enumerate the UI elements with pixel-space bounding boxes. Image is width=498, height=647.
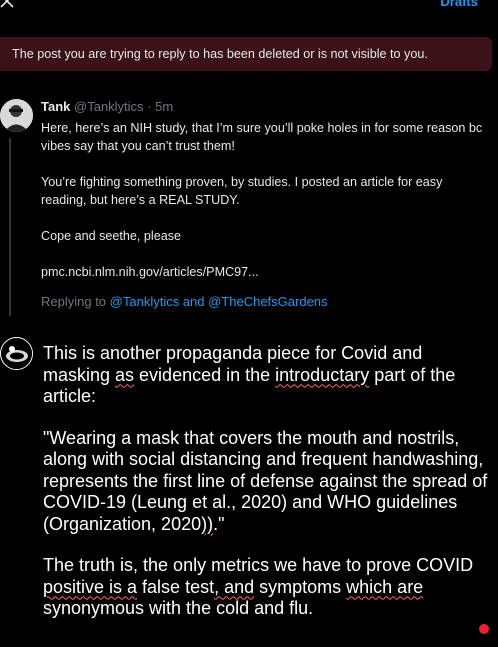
- post-paragraph: You’re fighting something proven, by stu…: [41, 175, 443, 207]
- close-icon[interactable]: [0, 0, 14, 8]
- reply-paragraph: "Wearing a mask that covers the mouth an…: [43, 427, 488, 534]
- post-text: Here, here’s an NIH study, that I’m sure…: [41, 119, 489, 281]
- thread-line: [9, 138, 11, 316]
- post-header: Tank @Tanklytics · 5m: [41, 99, 173, 114]
- reply-paragraph: The truth is, the only metrics we have t…: [43, 555, 474, 618]
- author-name[interactable]: Tank: [41, 99, 70, 114]
- post-paragraph: Cope and seethe, please: [41, 229, 182, 243]
- drafts-button[interactable]: Drafts: [440, 0, 478, 9]
- reply-avatar[interactable]: [0, 337, 33, 370]
- reply-composer-text[interactable]: This is another propaganda piece for Cov…: [43, 343, 493, 620]
- reply-paragraph: This is another propaganda piece for Cov…: [43, 343, 456, 406]
- author-handle[interactable]: @Tanklytics: [74, 99, 144, 114]
- post-time: · 5m: [143, 99, 174, 114]
- replying-prefix: Replying to: [41, 294, 110, 309]
- avatar[interactable]: [0, 99, 33, 132]
- replying-to: Replying to @Tanklytics and @TheChefsGar…: [41, 294, 328, 309]
- status-dot: [479, 624, 489, 634]
- post-link[interactable]: pmc.ncbi.nlm.nih.gov/articles/PMC97...: [41, 263, 489, 281]
- deleted-post-banner: The post you are trying to reply to has …: [0, 37, 492, 71]
- replying-mentions[interactable]: @Tanklytics and @TheChefsGardens: [110, 294, 328, 309]
- post-paragraph: Here, here’s an NIH study, that I’m sure…: [41, 121, 483, 153]
